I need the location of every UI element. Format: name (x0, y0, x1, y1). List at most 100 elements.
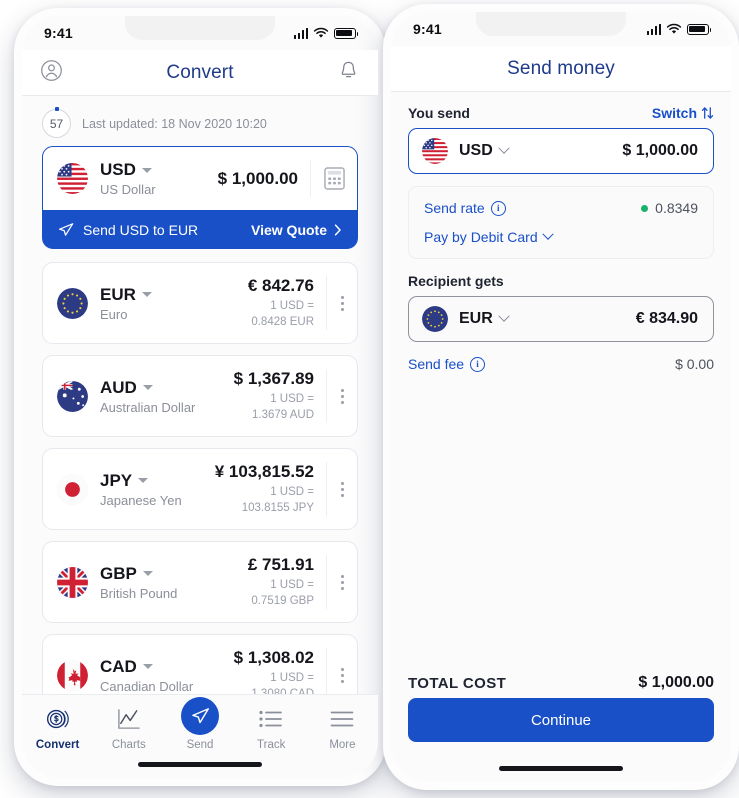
chevron-down-icon[interactable] (541, 228, 554, 240)
rate-text: 1 USD = 0.7519 GBP (248, 578, 314, 609)
rate-info-panel: Send rate i 0.8349 Pay by Debit Card (408, 186, 714, 259)
chevron-down-icon[interactable] (141, 292, 152, 298)
timer-value: 57 (49, 116, 64, 131)
currency-code-row[interactable]: AUD (100, 378, 234, 398)
rate-line-2: 103.8155 JPY (241, 501, 314, 514)
rate-line-2: 0.7519 GBP (251, 594, 314, 607)
switch-button[interactable]: Switch (652, 105, 714, 121)
table-row[interactable]: JPY Japanese Yen ¥ 103,815.52 1 USD = 10… (43, 449, 357, 529)
info-circle-icon[interactable]: i (470, 356, 486, 372)
send-fee-row: Send fee i $ 0.00 (391, 342, 731, 372)
rate-text: 1 USD = 103.8155 JPY (215, 485, 314, 516)
currency-card-gbp[interactable]: GBP British Pound £ 751.91 1 USD = 0.751… (42, 541, 358, 624)
send-rate-value-group: 0.8349 (641, 200, 698, 216)
active-currency-name: US Dollar (100, 182, 156, 197)
currency-code-row[interactable]: JPY (100, 471, 215, 491)
payment-method-row[interactable]: Pay by Debit Card (424, 228, 698, 245)
continue-button[interactable]: Continue (408, 698, 714, 742)
recipient-amount[interactable]: € 834.90 (636, 310, 698, 328)
currency-card-aud[interactable]: AUD Australian Dollar $ 1,367.89 1 USD =… (42, 355, 358, 438)
right-nav-bar: Send money (391, 46, 731, 92)
send-rate-row: Send rate i 0.8349 (424, 200, 698, 216)
wifi-icon (666, 23, 682, 34)
active-currency-card[interactable]: USD US Dollar $ 1,000.00 (42, 146, 358, 211)
send-paper-plane-icon[interactable] (181, 697, 219, 735)
table-row[interactable]: EUR Euro € 842.76 1 USD = 0.8428 EUR (43, 263, 357, 343)
status-time: 9:41 (44, 25, 73, 41)
rate-line-2: 0.8428 EUR (251, 315, 314, 328)
currency-card-jpy[interactable]: JPY Japanese Yen ¥ 103,815.52 1 USD = 10… (42, 448, 358, 531)
active-currency-code-row[interactable]: USD (100, 160, 218, 180)
convert-body: 57 Last updated: 18 Nov 2020 10:20 USD U… (22, 95, 378, 778)
chevron-down-icon[interactable] (141, 167, 152, 173)
battery-icon (334, 27, 359, 39)
chevron-down-icon[interactable] (142, 571, 153, 577)
recipient-currency-selector[interactable]: EUR (459, 310, 510, 328)
chevron-right-icon (334, 224, 341, 236)
row-menu-icon[interactable] (326, 369, 357, 424)
send-fee-value: $ 0.00 (675, 356, 714, 372)
currency-card-eur[interactable]: EUR Euro € 842.76 1 USD = 0.8428 EUR (42, 262, 358, 345)
send-rate-value: 0.8349 (655, 200, 698, 216)
right-screen: 9:41 Send money You send Switch USD $ 1,… (391, 12, 731, 782)
chevron-down-icon[interactable] (498, 142, 510, 154)
send-tab-icon (181, 697, 219, 735)
payment-method-selector[interactable]: Pay by Debit Card (424, 228, 554, 245)
phone-convert-screen: 9:41 Convert 57 Last updated: 18 Nov 202… (14, 8, 386, 786)
tab-send[interactable]: Send (164, 697, 235, 751)
rate-line-2: 1.3679 AUD (251, 408, 314, 421)
send-fee-label-group[interactable]: Send fee i (408, 356, 486, 372)
tab-charts[interactable]: Charts (93, 706, 164, 751)
total-cost-row: TOTAL COST $ 1,000.00 (391, 674, 731, 692)
chevron-down-icon[interactable] (498, 310, 510, 322)
last-updated-text: Last updated: 18 Nov 2020 10:20 (82, 116, 267, 131)
active-amount: $ 1,000.00 (217, 168, 298, 188)
green-dot-icon (641, 204, 649, 212)
currency-code-row[interactable]: CAD (100, 657, 234, 677)
refresh-countdown-timer[interactable]: 57 (42, 109, 71, 138)
table-row[interactable]: GBP British Pound £ 751.91 1 USD = 0.751… (43, 542, 357, 622)
send-paper-plane-icon (58, 223, 74, 236)
list-icon (259, 706, 283, 732)
row-menu-icon[interactable] (326, 555, 357, 610)
currency-code-row[interactable]: GBP (100, 564, 248, 584)
tab-track[interactable]: Track (236, 706, 307, 751)
currency-code: CAD (100, 656, 137, 676)
active-currency-code: USD (100, 160, 136, 179)
dual-phone-mockup: 9:41 Convert 57 Last updated: 18 Nov 202… (0, 0, 739, 798)
chevron-down-icon[interactable] (138, 478, 149, 484)
recipient-gets-input[interactable]: EUR € 834.90 (408, 296, 714, 342)
converted-amount: £ 751.91 (247, 555, 314, 575)
total-cost-value: $ 1,000.00 (638, 674, 714, 691)
view-quote-link[interactable]: View Quote (251, 222, 342, 238)
converted-amount: $ 1,367.89 (233, 369, 314, 389)
tab-label: Send (186, 739, 214, 751)
chevron-down-icon[interactable] (142, 385, 153, 391)
table-row[interactable]: AUD Australian Dollar $ 1,367.89 1 USD =… (43, 356, 357, 436)
row-menu-icon[interactable] (326, 276, 357, 331)
currency-code-row[interactable]: EUR (100, 285, 248, 305)
you-send-amount[interactable]: $ 1,000.00 (622, 142, 698, 160)
us-flag-icon (422, 138, 448, 164)
send-rate-label-group[interactable]: Send rate i (424, 200, 506, 216)
account-avatar-icon[interactable] (40, 59, 63, 87)
chevron-down-icon[interactable] (142, 664, 153, 670)
row-menu-icon[interactable] (326, 462, 357, 517)
info-circle-icon[interactable]: i (490, 200, 506, 216)
active-amount-block[interactable]: $ 1,000.00 (218, 169, 310, 189)
tab-label: More (329, 739, 356, 751)
you-send-input[interactable]: USD $ 1,000.00 (408, 128, 714, 174)
battery-icon (687, 23, 712, 35)
currency-name: British Pound (100, 585, 178, 601)
tab-convert[interactable]: Convert (22, 706, 93, 751)
notification-bell-icon[interactable] (339, 60, 358, 86)
active-card-row[interactable]: USD US Dollar $ 1,000.00 (43, 147, 357, 210)
currency-name: Japanese Yen (100, 492, 182, 508)
send-quote-banner[interactable]: Send USD to EUR View Quote (42, 211, 358, 249)
calculator-icon[interactable] (310, 160, 357, 197)
you-send-currency-selector[interactable]: USD (459, 142, 510, 160)
status-icons (646, 23, 712, 35)
tab-more[interactable]: More (307, 706, 378, 751)
total-cost-label: TOTAL COST (408, 674, 507, 692)
currency-info: AUD Australian Dollar (100, 378, 234, 415)
